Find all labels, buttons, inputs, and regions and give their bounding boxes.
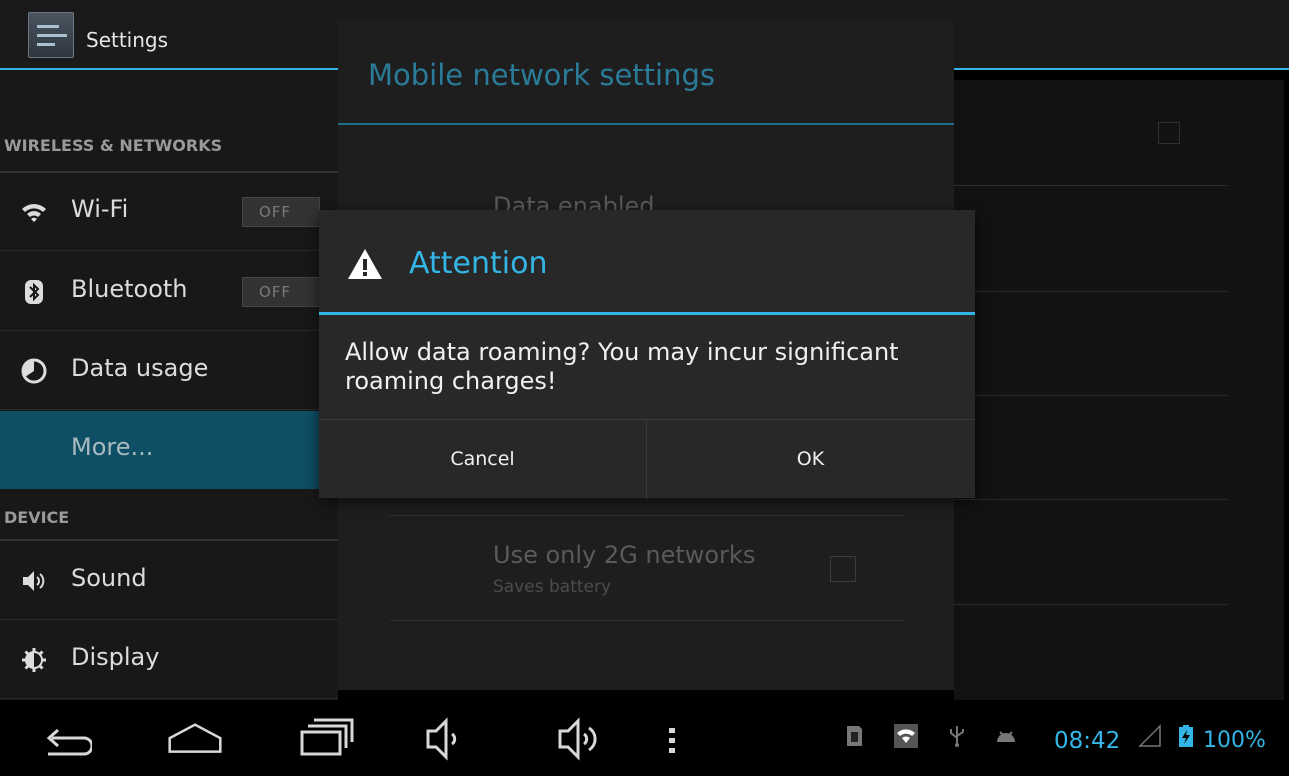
battery-charging-icon — [1179, 725, 1193, 747]
divider — [390, 515, 904, 516]
section-header-wireless: WIRELESS & NETWORKS — [4, 136, 223, 155]
usb-icon — [950, 726, 964, 747]
divider — [954, 185, 1227, 186]
section-header-device: DEVICE — [4, 508, 70, 527]
sidebar-item-sound[interactable]: Sound — [0, 542, 338, 620]
section-divider — [0, 539, 338, 541]
title-divider — [338, 123, 954, 125]
speaker-icon — [23, 571, 45, 591]
sidebar-item-data-usage[interactable]: Data usage — [0, 332, 338, 410]
sidebar-item-bluetooth[interactable]: Bluetooth OFF — [0, 253, 338, 331]
sd-card-icon — [847, 726, 862, 746]
back-icon[interactable] — [38, 714, 92, 764]
home-icon[interactable] — [168, 714, 222, 764]
dialog-title: Mobile network settings — [368, 58, 715, 92]
divider — [954, 291, 1227, 292]
sidebar-item-label: Data usage — [71, 354, 209, 382]
use-2g-label[interactable]: Use only 2G networks — [493, 541, 755, 569]
wifi-icon — [22, 204, 46, 222]
system-navigation-bar: 08:42 100% — [0, 700, 1289, 776]
wifi-toggle[interactable]: OFF — [242, 197, 320, 227]
divider — [390, 620, 904, 621]
sidebar-item-more[interactable]: More... — [0, 411, 338, 489]
wifi-status-icon — [894, 724, 918, 748]
settings-app-icon[interactable] — [28, 12, 74, 58]
settings-sidebar: WIRELESS & NETWORKS Wi-Fi OFF Bluetooth … — [0, 70, 338, 700]
recent-apps-icon[interactable] — [300, 714, 354, 764]
divider — [954, 604, 1227, 605]
sidebar-item-label: Sound — [71, 564, 147, 592]
sidebar-item-display[interactable]: Display — [0, 621, 338, 699]
alert-button-bar: Cancel OK — [319, 419, 975, 499]
sidebar-item-label: More... — [71, 433, 154, 461]
sidebar-item-label: Bluetooth — [71, 275, 188, 303]
signal-icon — [1138, 724, 1161, 747]
alert-title: Attention — [409, 246, 548, 281]
divider — [954, 499, 1227, 500]
app-title: Settings — [86, 28, 169, 52]
sidebar-item-label: Wi-Fi — [71, 195, 129, 223]
data-usage-icon — [21, 358, 47, 384]
ok-button[interactable]: OK — [647, 420, 974, 499]
menu-icon[interactable] — [652, 714, 692, 764]
divider — [954, 395, 1227, 396]
sidebar-item-label: Display — [71, 643, 160, 671]
use-2g-checkbox[interactable] — [830, 556, 856, 582]
sidebar-item-wifi[interactable]: Wi-Fi OFF — [0, 173, 338, 251]
warning-icon — [348, 249, 382, 279]
attention-dialog: Attention Allow data roaming? You may in… — [319, 210, 975, 499]
detail-panel — [954, 80, 1284, 700]
clock: 08:42 — [1054, 728, 1121, 754]
android-debug-icon — [997, 731, 1015, 742]
cancel-button[interactable]: Cancel — [319, 420, 647, 499]
alert-title-divider — [319, 312, 975, 315]
checkbox[interactable] — [1158, 122, 1180, 144]
use-2g-summary: Saves battery — [493, 577, 612, 597]
bluetooth-toggle[interactable]: OFF — [242, 277, 320, 307]
battery-level: 100% — [1203, 728, 1266, 753]
volume-down-icon[interactable] — [424, 714, 478, 764]
bluetooth-icon — [25, 280, 43, 304]
volume-up-icon[interactable] — [556, 714, 610, 764]
display-icon — [22, 648, 46, 672]
alert-message: Allow data roaming? You may incur signif… — [345, 338, 899, 395]
